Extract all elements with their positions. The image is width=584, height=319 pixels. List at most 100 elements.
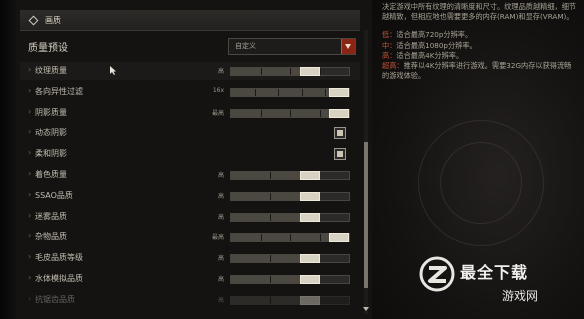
setting-label: 纹理质量 bbox=[35, 66, 67, 75]
setting-slider[interactable] bbox=[230, 254, 350, 264]
quality-level-text: 适合最高1080p分辨率。 bbox=[396, 40, 477, 50]
setting-slider[interactable] bbox=[230, 67, 350, 76]
slider-tick bbox=[270, 172, 272, 179]
setting-label: 阴影质量 bbox=[35, 107, 67, 117]
quality-preset-value: 自定义 bbox=[235, 42, 256, 50]
setting-label: 着色质量 bbox=[35, 170, 67, 179]
quality-preset-label: 质量预设 bbox=[28, 43, 68, 54]
slider-knob[interactable] bbox=[299, 275, 320, 284]
slider-tick bbox=[260, 68, 262, 75]
setting-value: 高 bbox=[217, 172, 224, 179]
quality-level-key: 高： bbox=[382, 50, 397, 60]
scrollbar[interactable] bbox=[364, 30, 368, 314]
quality-level-text: 推荐以4K分辨率进行游戏。需要32G内存以获得流畅的游戏体验。 bbox=[382, 61, 572, 81]
quality-level-item: 中：适合最高1080p分辨率。 bbox=[382, 41, 578, 51]
setting-row[interactable]: › 抗锯齿品质 高 bbox=[20, 291, 360, 309]
chevron-right-icon: › bbox=[28, 148, 32, 158]
slider-knob[interactable] bbox=[329, 87, 349, 97]
scroll-down-arrow-icon[interactable] bbox=[363, 306, 369, 312]
quality-preset-dropdown[interactable]: 自定义 bbox=[228, 38, 356, 55]
setting-row[interactable]: › 着色质量 高 bbox=[20, 166, 360, 184]
chevron-right-icon: › bbox=[28, 293, 32, 303]
panel-edge bbox=[0, 0, 16, 319]
settings-list: › 纹理质量高 › 各向异性过滤 16x › 阴影质量 最高 › 动态阴影 › 柔和阴影 › 着色质量高 ›… bbox=[20, 62, 360, 314]
setting-label: 各向异性过滤 bbox=[35, 86, 83, 96]
setting-slider[interactable] bbox=[230, 233, 350, 243]
setting-value: 最高 bbox=[211, 109, 224, 117]
slider-tick bbox=[270, 296, 272, 304]
setting-slider[interactable] bbox=[230, 295, 350, 305]
slider-knob[interactable] bbox=[299, 67, 320, 76]
slider-knob[interactable] bbox=[299, 254, 320, 264]
quality-preset-row: 质量预设 自定义 bbox=[20, 35, 360, 57]
slider-knob[interactable] bbox=[329, 233, 349, 243]
chevron-right-icon: › bbox=[28, 169, 32, 178]
slider-tick bbox=[290, 68, 291, 75]
slider-tick bbox=[319, 109, 321, 117]
setting-value: 高 bbox=[217, 192, 224, 200]
setting-row[interactable]: › SSAO品质 高 bbox=[20, 187, 360, 205]
dropdown-arrow-icon[interactable] bbox=[341, 39, 355, 54]
slider-knob[interactable] bbox=[299, 212, 320, 222]
setting-row[interactable]: › 杂物品质 最高 bbox=[20, 228, 360, 246]
setting-label: 杂物品质 bbox=[35, 232, 67, 242]
setting-row[interactable]: › 迷雾品质 高 bbox=[20, 208, 360, 226]
chevron-right-icon: › bbox=[28, 65, 32, 74]
quality-level-text: 适合最高4K分辨率。 bbox=[396, 50, 464, 60]
setting-slider[interactable] bbox=[230, 108, 350, 118]
chevron-right-icon: › bbox=[28, 231, 32, 241]
quality-level-item: 超高：推荐以4K分辨率进行游戏。需要32G内存以获得流畅的游戏体验。 bbox=[382, 61, 578, 81]
slider-tick bbox=[301, 88, 303, 96]
slider-tick bbox=[270, 255, 272, 263]
quality-level-item: 低：适合最高720p分辨率。 bbox=[382, 30, 578, 40]
setting-label: 抗锯齿品质 bbox=[35, 294, 75, 304]
slider-tick bbox=[270, 276, 272, 283]
setting-slider[interactable] bbox=[230, 171, 350, 180]
setting-value: 高 bbox=[217, 213, 224, 221]
setting-value: 高 bbox=[217, 255, 224, 263]
quality-level-key: 低： bbox=[382, 30, 397, 40]
section-header[interactable]: 画质 bbox=[20, 10, 360, 31]
setting-row[interactable]: › 毛皮品质等级 高 bbox=[20, 249, 360, 267]
chevron-right-icon: › bbox=[28, 252, 32, 262]
setting-slider[interactable] bbox=[230, 212, 350, 222]
description-intro: 决定游戏中所有纹理的清晰度和尺寸。纹理品质越精细，细节越精致，但相应地也需要更多… bbox=[382, 2, 577, 22]
watermark-logo-icon bbox=[419, 256, 455, 292]
diamond-icon bbox=[28, 15, 39, 25]
watermark-title: 最全下载 bbox=[460, 263, 529, 282]
chevron-right-icon: › bbox=[28, 106, 32, 116]
setting-row[interactable]: › 水体模拟品质 高 bbox=[20, 270, 360, 288]
chevron-right-icon: › bbox=[28, 189, 32, 199]
watermark-subtitle: 游戏网 bbox=[502, 289, 539, 303]
decorative-ring-inner bbox=[440, 142, 522, 224]
slider-tick bbox=[278, 88, 280, 96]
setting-row[interactable]: › 动态阴影 bbox=[20, 124, 360, 142]
setting-label: 水体模拟品质 bbox=[35, 274, 83, 283]
setting-label: 动态阴影 bbox=[35, 128, 67, 138]
setting-checkbox[interactable] bbox=[334, 148, 346, 161]
mouse-cursor-icon bbox=[110, 66, 116, 75]
setting-row[interactable]: › 各向异性过滤 16x bbox=[20, 83, 360, 101]
slider-knob[interactable] bbox=[299, 191, 320, 201]
slider-tick bbox=[260, 109, 262, 117]
section-title: 画质 bbox=[45, 15, 61, 25]
setting-slider[interactable] bbox=[230, 87, 350, 97]
setting-label: 毛皮品质等级 bbox=[35, 253, 83, 263]
setting-row[interactable]: › 柔和阴影 bbox=[20, 145, 360, 163]
setting-value: 16x bbox=[212, 86, 224, 94]
chevron-right-icon: › bbox=[28, 273, 32, 282]
setting-slider[interactable] bbox=[230, 191, 350, 201]
description-text: 决定游戏中所有纹理的清晰度和尺寸。纹理品质越精细，细节越精致，但相应地也需要更多… bbox=[382, 2, 578, 81]
slider-knob[interactable] bbox=[329, 108, 349, 118]
setting-slider[interactable] bbox=[230, 275, 350, 284]
chevron-right-icon: › bbox=[28, 210, 32, 220]
setting-value: 最高 bbox=[211, 234, 224, 242]
slider-tick bbox=[319, 234, 321, 242]
slider-knob[interactable] bbox=[299, 295, 320, 305]
setting-row[interactable]: › 纹理质量 高 bbox=[20, 62, 360, 80]
slider-tick bbox=[290, 234, 291, 242]
slider-knob[interactable] bbox=[299, 171, 320, 180]
setting-row[interactable]: › 阴影质量 最高 bbox=[20, 104, 360, 122]
scrollbar-thumb[interactable] bbox=[364, 142, 368, 288]
setting-checkbox[interactable] bbox=[334, 127, 346, 140]
